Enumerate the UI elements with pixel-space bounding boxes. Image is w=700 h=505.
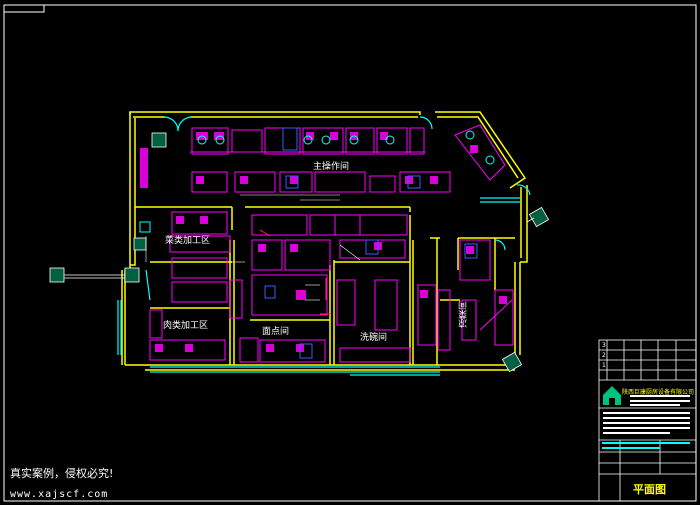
rev-number-3: 3: [602, 342, 606, 349]
drawing-frame: [3, 4, 697, 502]
red-marks: [259, 229, 330, 315]
company-name: 陕西巨康厨房设备有限公司: [622, 389, 695, 396]
floor-plan-drawing: [3, 4, 697, 502]
sink-fixtures: [139, 130, 495, 233]
drawing-title: 平面图: [633, 483, 666, 496]
title-block-cyan-lines: [602, 442, 690, 449]
title-block: [598, 339, 697, 502]
rev-number-1: 1: [602, 362, 606, 369]
watermark-text: 真实案例，侵权必究!: [10, 467, 114, 480]
room-label-veg-processing: 菜类加工区: [165, 236, 211, 246]
website-text: www.xajscf.com: [10, 489, 109, 500]
room-label-washing: 洗碗间: [360, 333, 388, 343]
room-label-pastry: 面点间: [262, 327, 290, 337]
blue-fixtures: [264, 127, 478, 359]
company-logo-icon: [603, 386, 621, 405]
annotation-marks: [145, 194, 361, 301]
room-label-meat-processing: 肉类加工区: [163, 321, 209, 331]
room-label-main-operation: 主操作间: [313, 162, 350, 172]
frame-corner-tag: [3, 4, 45, 13]
room-label-cold-dish: 凉菜间: [459, 301, 469, 328]
rev-number-2: 2: [602, 352, 606, 359]
